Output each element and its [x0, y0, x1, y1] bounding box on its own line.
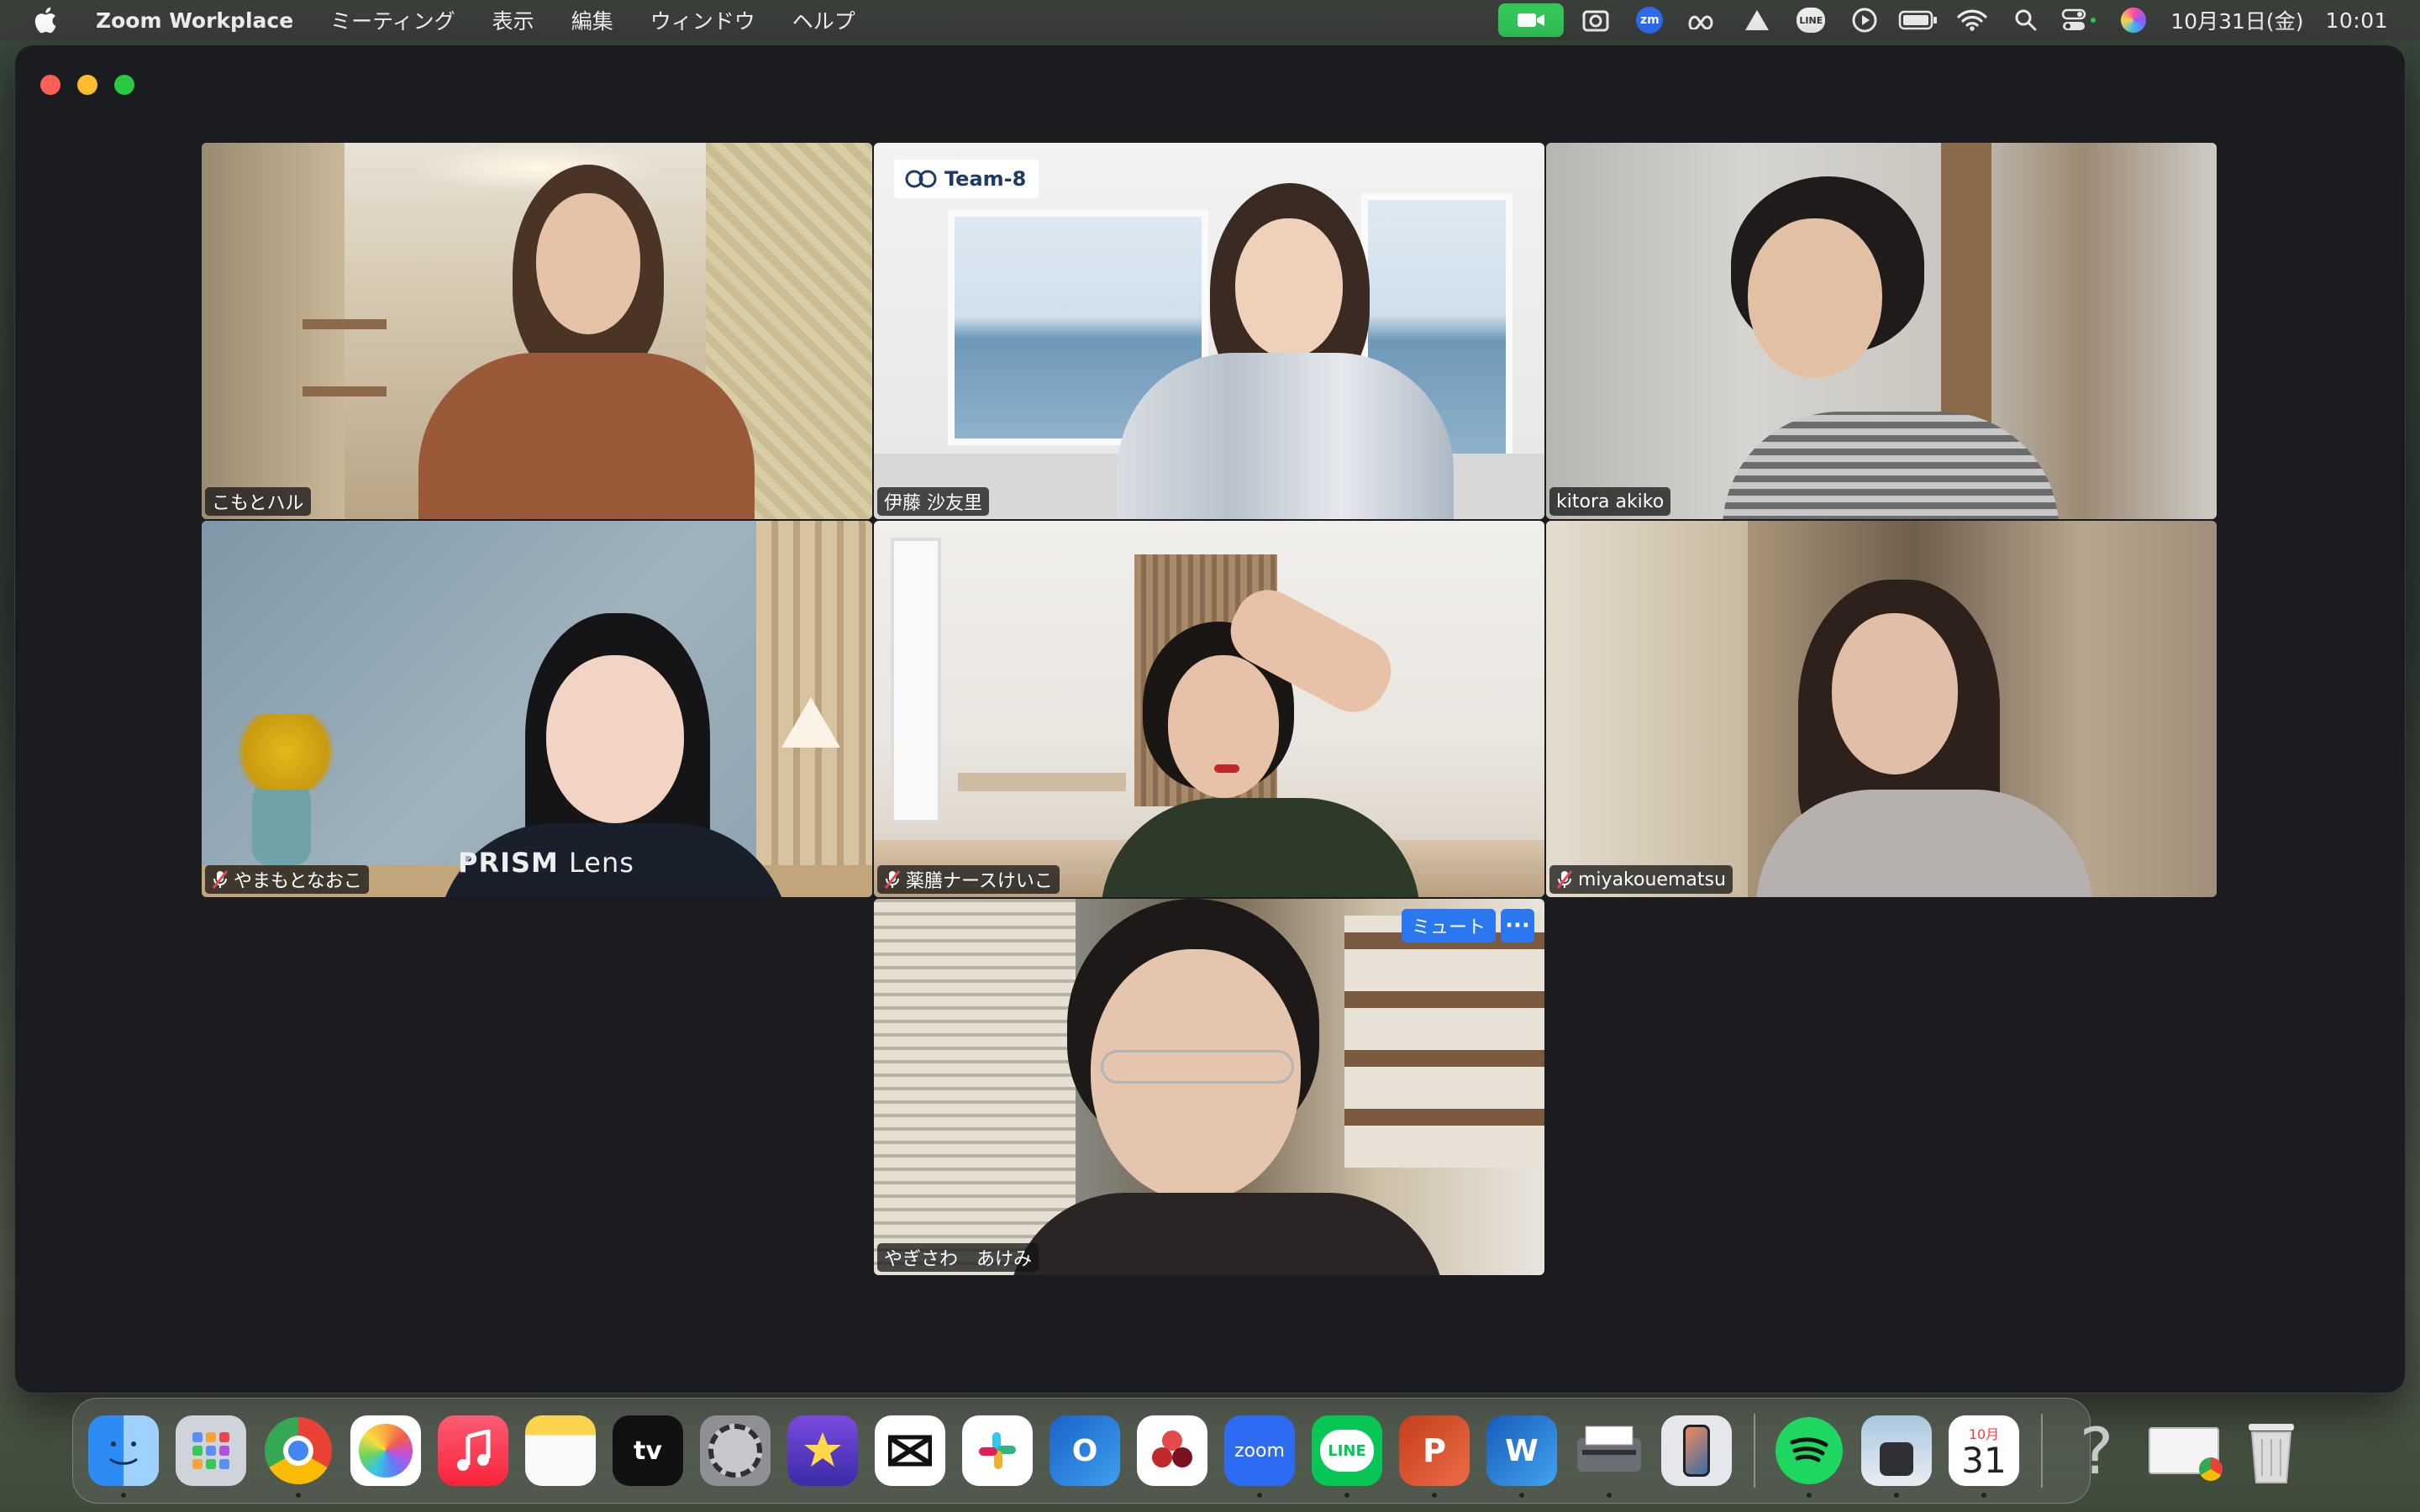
menu-view[interactable]: 表示 [492, 5, 534, 35]
apple-tv-icon[interactable]: tv [613, 1415, 683, 1486]
spotify-icon[interactable] [1774, 1415, 1844, 1498]
play-icon[interactable] [1843, 0, 1886, 40]
launchpad-icon[interactable] [176, 1415, 246, 1486]
mic-muted-icon [884, 870, 901, 889]
capcut-icon[interactable] [875, 1415, 945, 1486]
drive-icon[interactable] [1735, 0, 1779, 40]
screen-record-icon[interactable] [1574, 0, 1618, 40]
menu-bar: Zoom Workplace ミーティング 表示 編集 ウィンドウ ヘルプ zm… [0, 0, 2420, 40]
participant-name-tag: やぎさわ あけみ [877, 1243, 1039, 1272]
word-icon[interactable]: W [1486, 1415, 1557, 1498]
menu-edit[interactable]: 編集 [571, 5, 613, 35]
participant-name-tag: kitora akiko [1549, 487, 1671, 516]
notes-icon[interactable] [525, 1415, 596, 1486]
menubar-time[interactable]: 10:01 [2325, 8, 2388, 33]
apple-menu-icon[interactable] [32, 6, 57, 34]
search-icon[interactable] [2004, 0, 2048, 40]
video-tile-3[interactable]: kitora akiko [1546, 143, 2217, 519]
window-minimize-button[interactable] [77, 75, 97, 95]
wifi-icon[interactable] [1950, 0, 1994, 40]
calendar-icon[interactable]: 10月 31 [1949, 1415, 2019, 1498]
video-tile-4[interactable]: PRISM Lens やまもとなおこ [202, 521, 872, 897]
zoom-app-icon[interactable]: zoom [1224, 1415, 1295, 1498]
chrome-icon[interactable] [263, 1415, 334, 1498]
video-tile-5[interactable]: 薬膳ナースけいこ [874, 521, 1544, 897]
participant-name-tag: 薬膳ナースけいこ [877, 865, 1060, 894]
participant-mute-button[interactable]: ミュート [1401, 909, 1496, 942]
mic-muted-icon [1556, 870, 1573, 889]
dock-separator [1754, 1414, 1755, 1488]
video-camera-icon[interactable] [1498, 0, 1565, 40]
participant-name-tag: miyakouematsu [1549, 865, 1733, 894]
music-icon[interactable] [438, 1415, 508, 1486]
zoom-meeting-window: こもとハル Team-8 伊藤 沙友里 kitora akiko PRISM L… [15, 45, 2405, 1393]
line-icon[interactable]: LINE [1789, 0, 1833, 40]
system-settings-icon[interactable] [700, 1415, 771, 1486]
video-tile-7[interactable]: ミュート ··· やぎさわ あけみ [874, 899, 1544, 1275]
photos-icon[interactable] [350, 1415, 421, 1486]
line-app-icon[interactable]: LINE [1312, 1415, 1382, 1498]
finder-icon[interactable] [88, 1415, 159, 1498]
window-close-button[interactable] [40, 75, 60, 95]
team8-logo: Team-8 [894, 160, 1039, 198]
dock: tv O zoom LINE P W 10月 31 ? [72, 1398, 2294, 1504]
slack-icon[interactable] [962, 1415, 1033, 1486]
zoom-icon[interactable]: zm [1628, 0, 1671, 40]
imovie-icon[interactable] [787, 1415, 858, 1486]
chrome-window-icon[interactable] [2149, 1415, 2223, 1486]
menu-help[interactable]: ヘルプ [792, 5, 855, 35]
trash-icon[interactable] [2236, 1415, 2307, 1486]
participant-name-tag: こもとハル [205, 487, 311, 516]
participant-name-tag: 伊藤 沙友里 [877, 487, 989, 516]
menu-window[interactable]: ウィンドウ [650, 5, 755, 35]
mic-muted-icon [212, 870, 229, 889]
iphone-mirroring-icon[interactable] [1661, 1415, 1732, 1486]
window-maximize-button[interactable] [114, 75, 134, 95]
outlook-icon[interactable]: O [1050, 1415, 1120, 1486]
menubar-date[interactable]: 10月31日(金) [2170, 5, 2303, 35]
video-tile-6[interactable]: miyakouematsu [1546, 521, 2217, 897]
menu-meeting[interactable]: ミーティング [330, 5, 455, 35]
preview-image-icon[interactable] [1861, 1415, 1932, 1498]
video-tile-1[interactable]: こもとハル [202, 143, 872, 519]
battery-icon[interactable] [1897, 0, 1940, 40]
participant-more-options-button[interactable]: ··· [1501, 909, 1534, 942]
preview-scanner-icon[interactable] [1574, 1415, 1644, 1498]
help-icon[interactable]: ? [2061, 1414, 2132, 1488]
meta-icon[interactable] [1681, 0, 1725, 40]
dock-separator [2041, 1414, 2043, 1488]
app-name-menu[interactable]: Zoom Workplace [96, 8, 293, 33]
powerpoint-icon[interactable]: P [1399, 1415, 1470, 1498]
participant-name-tag: やまもとなおこ [205, 865, 369, 894]
control-center-icon[interactable] [2058, 0, 2102, 40]
video-tile-2[interactable]: Team-8 伊藤 沙友里 [874, 143, 1544, 519]
photo-booth-icon[interactable] [1137, 1415, 1207, 1486]
shirt-logo-text: PRISM Lens [458, 847, 634, 879]
siri-icon[interactable] [2112, 0, 2155, 40]
